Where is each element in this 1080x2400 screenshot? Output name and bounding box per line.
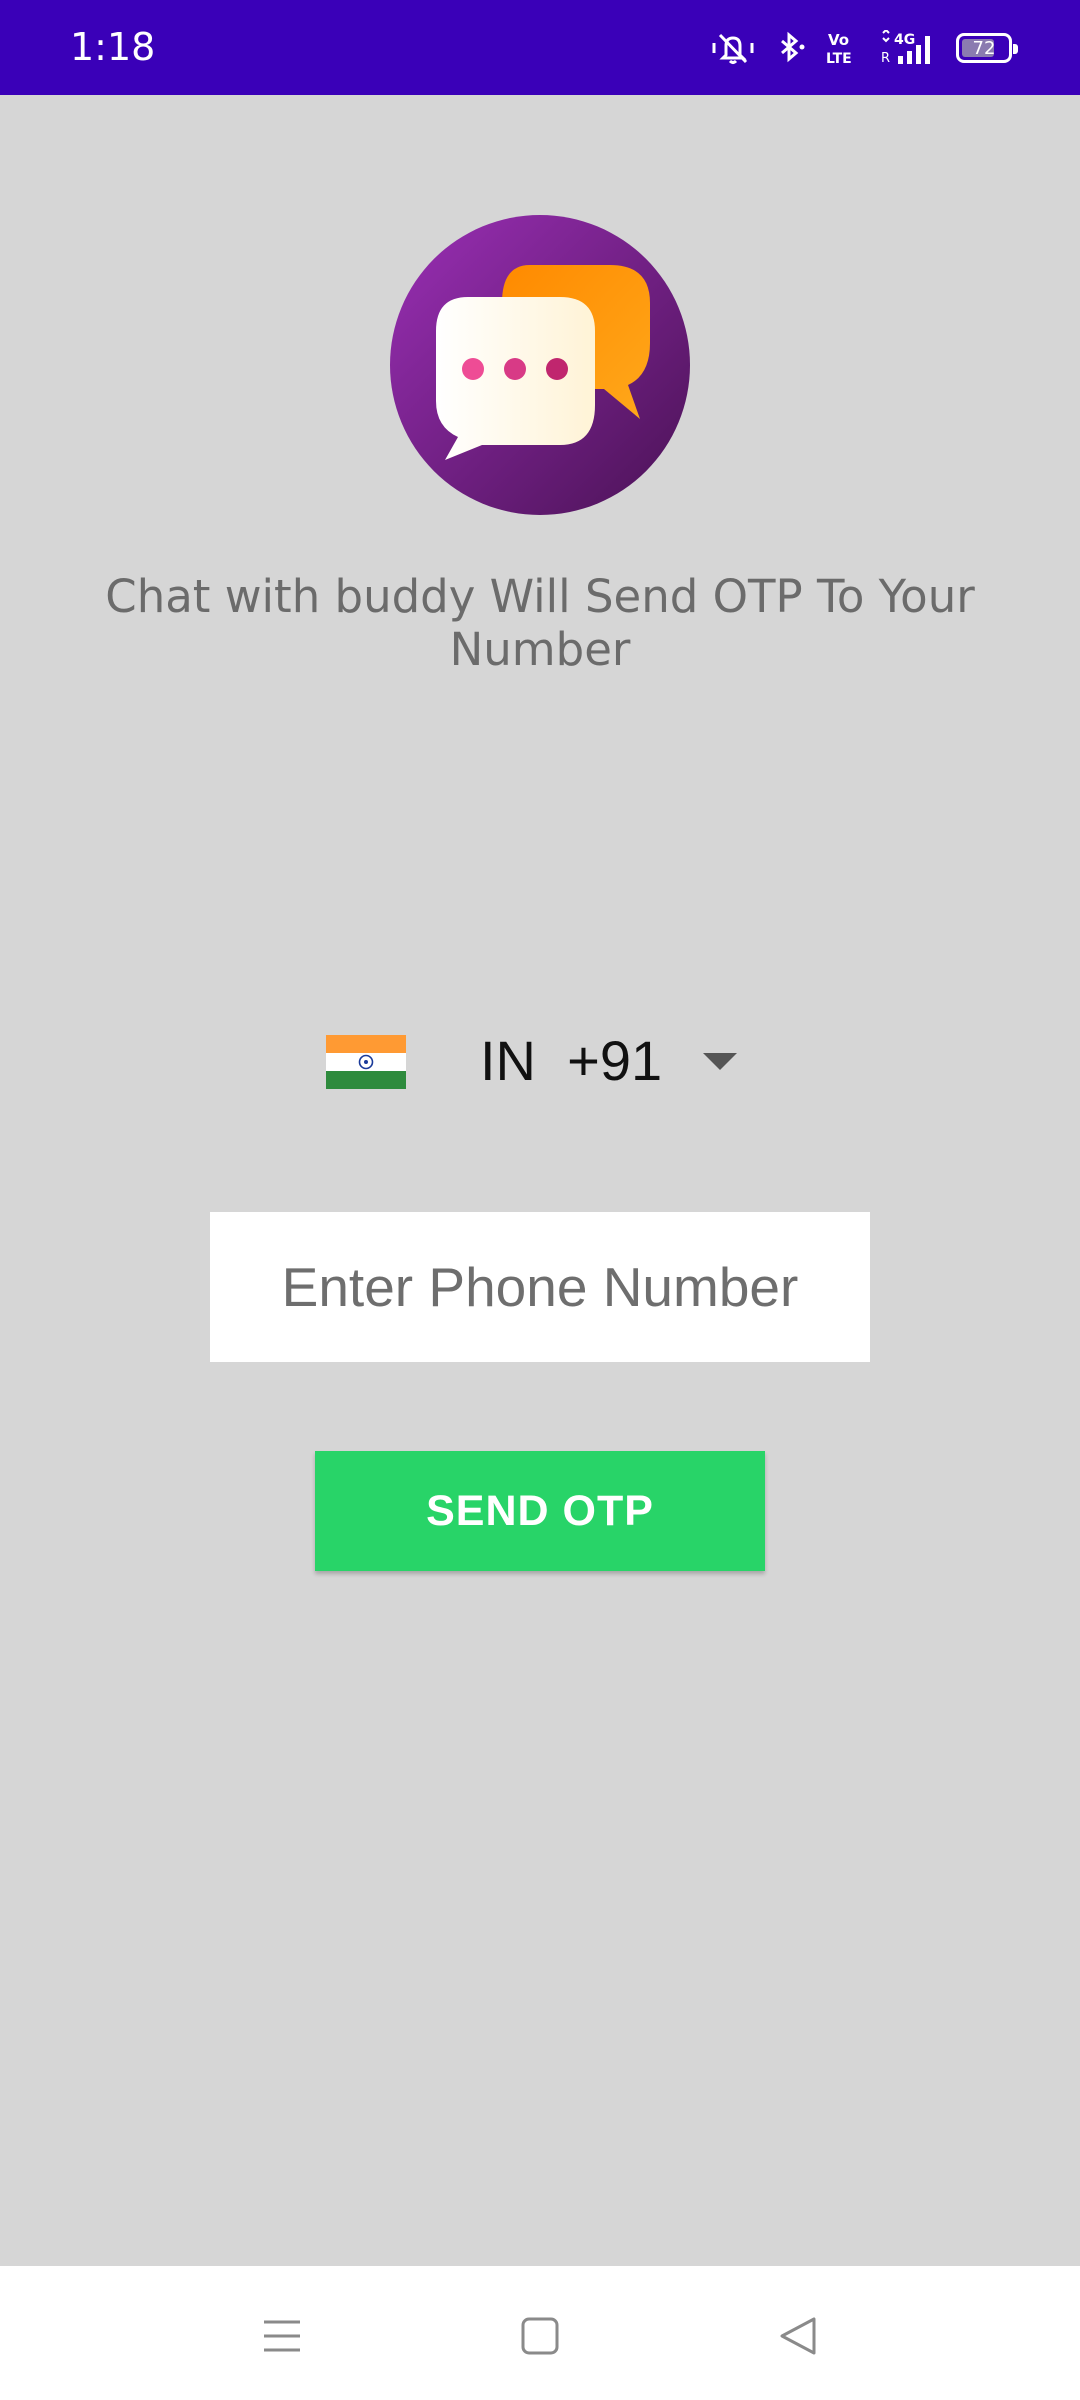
svg-text:LTE: LTE [826,51,852,66]
otp-info-text: Chat with buddy Will Send OTP To Your Nu… [105,570,975,676]
battery-level: 72 [972,37,996,59]
battery-icon: 72 [956,33,1018,63]
bluetooth-icon [774,31,808,65]
volte-icon: Vo LTE [826,30,862,66]
send-otp-button[interactable]: SEND OTP [315,1451,765,1571]
svg-text:R: R [881,51,890,66]
phone-number-input[interactable] [210,1212,870,1362]
chevron-down-icon [703,1053,737,1070]
country-code-label: IN +91 [480,1029,663,1092]
chat-bubbles-icon [390,215,690,515]
status-time: 1:18 [70,25,156,69]
navigation-bar [0,2266,1080,2400]
svg-text:4G: 4G [894,32,915,48]
india-flag-icon [326,1035,406,1089]
home-icon[interactable] [510,2306,570,2366]
back-icon[interactable] [768,2306,828,2366]
menu-icon[interactable] [252,2306,312,2366]
app-logo [390,215,690,515]
country-code-picker[interactable]: IN +91 [320,1025,750,1095]
status-bar: 1:18 Vo LTE 4G R 72 [0,0,1080,95]
4g-signal-icon: 4G R [880,30,938,66]
status-icons: Vo LTE 4G R 72 [710,26,1018,70]
vibrate-mute-icon [710,31,756,65]
svg-text:Vo: Vo [828,31,849,49]
